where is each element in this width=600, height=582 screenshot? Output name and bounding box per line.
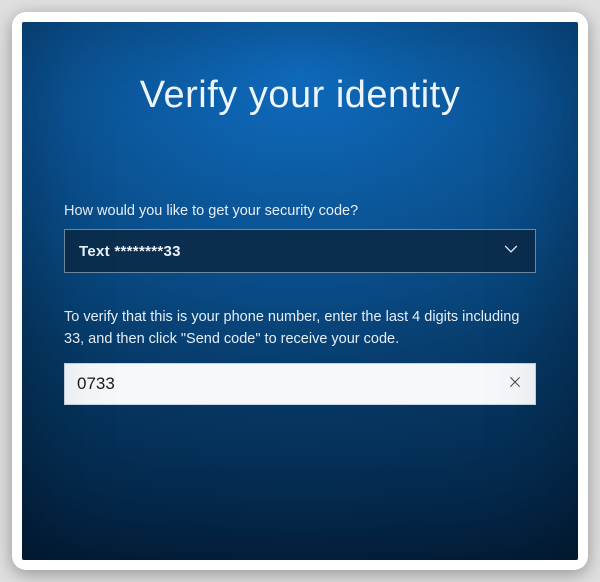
selected-method-label: Text ********33 [79, 243, 181, 260]
security-code-method-select[interactable]: Text ********33 [64, 229, 536, 273]
close-icon [507, 374, 523, 393]
photo-frame: Verify your identity How would you like … [12, 12, 588, 570]
clear-input-button[interactable] [495, 364, 535, 404]
last-4-digits-input-wrap [64, 363, 536, 405]
verify-identity-screen: Verify your identity How would you like … [22, 22, 578, 560]
chevron-down-icon [501, 239, 521, 264]
last-4-digits-input[interactable] [65, 364, 495, 404]
verify-instruction-text: To verify that this is your phone number… [64, 307, 536, 351]
method-prompt-label: How would you like to get your security … [64, 203, 536, 219]
page-title: Verify your identity [64, 74, 536, 117]
